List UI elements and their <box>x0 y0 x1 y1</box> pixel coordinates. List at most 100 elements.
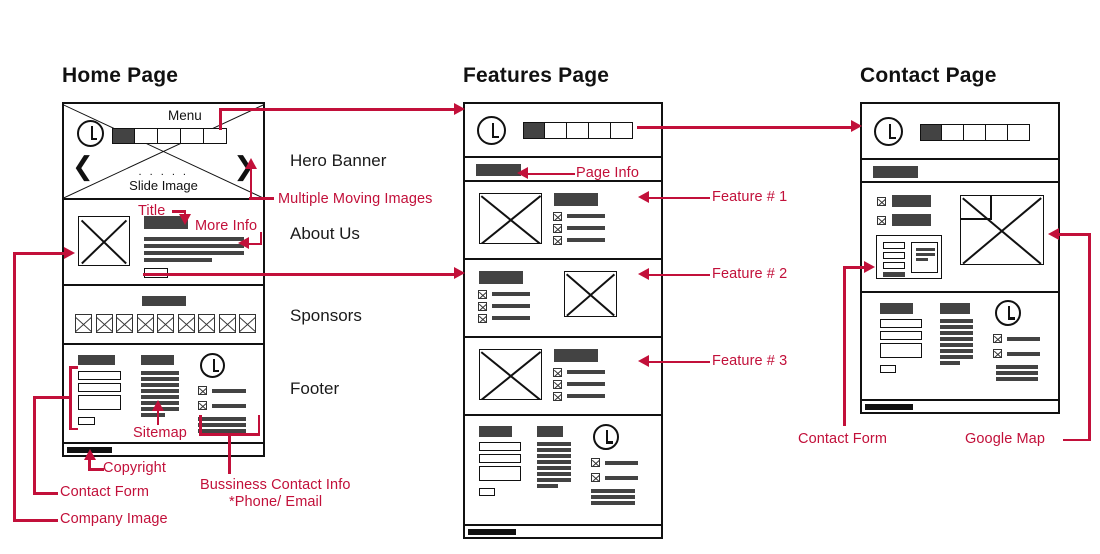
contact-phone-icon <box>877 197 886 206</box>
feature-3-line <box>648 360 710 364</box>
page-title-contact: Contact Page <box>860 64 997 87</box>
nav-cell-3[interactable] <box>567 122 589 139</box>
flow-about-to-features-line <box>143 273 456 276</box>
contact-form-field-1[interactable] <box>883 242 905 249</box>
copyright-bar <box>468 529 516 535</box>
nav-cell-4[interactable] <box>986 124 1008 141</box>
feature-3-heading <box>554 349 598 362</box>
slide-image-caption: Slide Image <box>129 178 198 193</box>
sponsor-logo-icon <box>116 314 133 333</box>
carousel-dots[interactable]: . . . . . <box>64 166 263 178</box>
contact-form-field-2[interactable] <box>883 252 905 259</box>
nav-cell-3[interactable] <box>964 124 986 141</box>
footer-form-submit-button[interactable] <box>479 488 495 496</box>
message-line <box>916 248 935 251</box>
sitemap-line <box>940 355 973 359</box>
flow-about-to-features-arrow <box>454 267 465 279</box>
footer-form-input-email[interactable] <box>479 454 521 463</box>
nav-cell-2[interactable] <box>135 128 158 144</box>
footer-form-textarea[interactable] <box>78 395 121 410</box>
features-nav-strip[interactable] <box>523 122 633 139</box>
contact-footer-section <box>862 293 1058 398</box>
contact-email-value <box>605 476 638 480</box>
footer-form-submit-button[interactable] <box>78 417 95 425</box>
label-page-info: Page Info <box>576 165 639 181</box>
nav-cell-4[interactable] <box>181 128 204 144</box>
nav-cell-1[interactable] <box>523 122 545 139</box>
feature-3-arrow <box>638 355 649 367</box>
nav-cell-4[interactable] <box>589 122 611 139</box>
contact-phone-value <box>892 195 931 207</box>
contact-form-field-3[interactable] <box>883 262 905 269</box>
about-company-image <box>78 216 130 266</box>
page-title-home: Home Page <box>62 64 179 87</box>
multiple-images-line <box>249 197 274 200</box>
footer-form-input-email[interactable] <box>880 331 922 340</box>
sitemap-line <box>940 349 973 353</box>
nav-cell-1[interactable] <box>920 124 942 141</box>
sitemap-line <box>537 472 571 476</box>
contact-form-stem <box>843 266 846 426</box>
contact-nav-strip[interactable] <box>920 124 1030 141</box>
contact-page-info-section <box>862 160 1058 183</box>
features-header-section <box>465 104 661 158</box>
contact-form-card[interactable] <box>876 235 942 279</box>
page-title-features: Features Page <box>463 64 610 87</box>
label-business-contact-info: Bussiness Contact Info <box>200 477 351 493</box>
label-phone-email: *Phone/ Email <box>229 494 323 510</box>
footer-form-textarea[interactable] <box>479 466 521 481</box>
contact-email-value <box>892 214 931 226</box>
footer-form-heading <box>880 303 913 314</box>
footer-form-input-name[interactable] <box>78 371 121 380</box>
business-contact-bracket-right <box>257 415 261 435</box>
contact-phone-icon <box>993 334 1002 343</box>
flow-home-to-features-line <box>219 108 456 111</box>
nav-cell-2[interactable] <box>942 124 964 141</box>
label-sponsors: Sponsors <box>290 306 362 325</box>
nav-cell-5[interactable] <box>204 128 227 144</box>
nav-cell-2[interactable] <box>545 122 567 139</box>
footer-logo-icon <box>200 353 225 378</box>
contact-form-home-stem <box>33 396 36 494</box>
nav-cell-3[interactable] <box>158 128 181 144</box>
contact-address-line <box>591 489 635 493</box>
title-arrow <box>179 214 191 225</box>
feature-3-bullet-text <box>567 382 605 386</box>
feature-2-bullet-icon <box>478 314 487 323</box>
nav-cell-5[interactable] <box>1008 124 1030 141</box>
feature-1-bullet-text <box>567 238 605 242</box>
copyright-arrow <box>83 449 96 460</box>
nav-cell-1[interactable] <box>112 128 135 144</box>
label-company-image: Company Image <box>60 511 168 527</box>
contact-address-line <box>198 417 246 421</box>
flow-features-to-contact-arrow <box>851 120 862 132</box>
sitemap-line <box>940 337 973 341</box>
google-map-stem <box>1088 233 1091 440</box>
label-feature-2: Feature # 2 <box>712 266 788 282</box>
page-info-arrow <box>517 167 528 179</box>
company-image-connector <box>13 252 66 255</box>
company-image-arrow <box>64 247 75 259</box>
more-info-arrow <box>238 237 249 249</box>
footer-form-input-name[interactable] <box>479 442 521 451</box>
footer-form-input-name[interactable] <box>880 319 922 328</box>
contact-form-submit-button[interactable] <box>883 272 905 277</box>
contact-form-message-box[interactable] <box>911 242 938 273</box>
contact-email-icon <box>877 216 886 225</box>
home-logo-icon <box>77 120 104 147</box>
nav-cell-5[interactable] <box>611 122 633 139</box>
business-contact-stem <box>228 433 231 474</box>
footer-form-submit-button[interactable] <box>880 365 896 373</box>
google-map-arrow <box>1048 227 1059 240</box>
footer-form-textarea[interactable] <box>880 343 922 358</box>
label-contact-form: Contact Form <box>798 431 888 447</box>
google-map-placeholder[interactable] <box>960 195 1044 265</box>
sponsor-logo-icon <box>239 314 256 333</box>
footer-form-input-email[interactable] <box>78 383 121 392</box>
label-footer: Footer <box>290 379 340 398</box>
sitemap-line <box>537 478 571 482</box>
sponsor-logo-icon <box>198 314 215 333</box>
feature-1-bullet-icon <box>553 236 562 245</box>
contact-email-icon <box>993 349 1002 358</box>
home-nav-strip[interactable] <box>112 128 227 144</box>
